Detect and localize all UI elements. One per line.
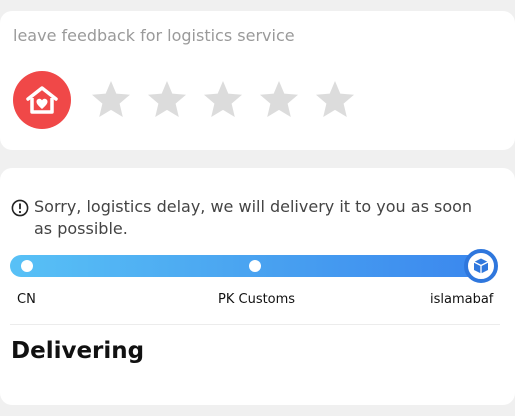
house-heart-icon [13, 71, 71, 129]
stage-marker [249, 260, 261, 272]
star-icon[interactable] [313, 79, 357, 121]
delay-notice: Sorry, logistics delay, we will delivery… [11, 196, 491, 240]
delivery-status: Delivering [11, 338, 145, 364]
package-icon [464, 249, 498, 283]
star-rating [89, 79, 357, 121]
stage-label: islamabaf [430, 292, 494, 307]
logistics-status-card: Sorry, logistics delay, we will delivery… [0, 168, 515, 405]
stage-label: CN [17, 292, 36, 307]
delay-notice-text: Sorry, logistics delay, we will delivery… [34, 197, 473, 238]
stage-label: PK Customs [218, 292, 296, 307]
divider [10, 324, 500, 325]
feedback-title: leave feedback for logistics service [13, 26, 295, 45]
star-icon[interactable] [201, 79, 245, 121]
stage-marker [21, 260, 33, 272]
feedback-card: leave feedback for logistics service [0, 11, 515, 150]
star-icon[interactable] [257, 79, 301, 121]
star-icon[interactable] [89, 79, 133, 121]
info-icon [11, 199, 29, 217]
star-icon[interactable] [145, 79, 189, 121]
shipment-progress-bar [10, 249, 498, 283]
